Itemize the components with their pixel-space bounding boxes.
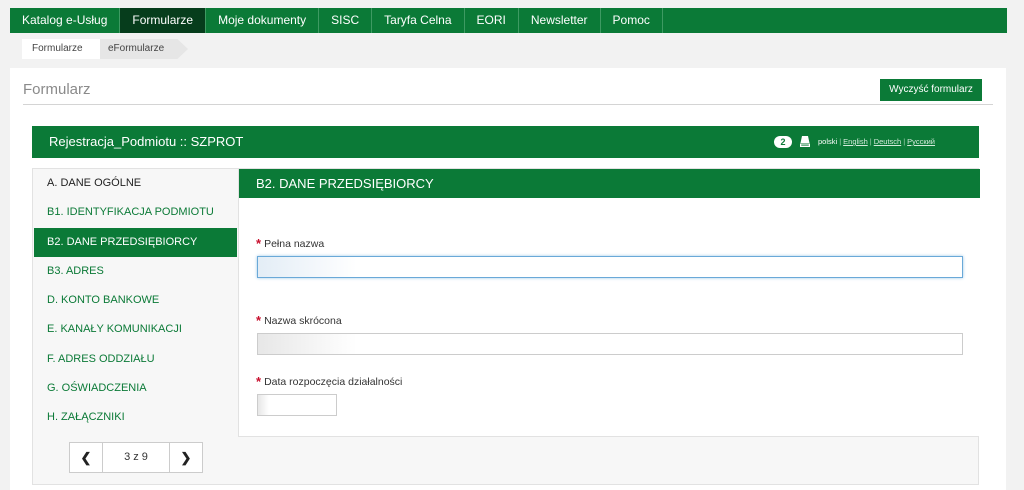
breadcrumb: Formularze eFormularze <box>10 39 1007 59</box>
sidebar-item-dane-ogolne[interactable]: A. DANE OGÓLNE <box>34 169 237 198</box>
pager-label: 3 z 9 <box>124 451 148 463</box>
breadcrumb-item-eformularze[interactable]: eFormularze <box>100 39 188 59</box>
form-header: Rejestracja_Podmiotu :: SZPROT 2 polski |… <box>32 126 979 158</box>
required-marker: * <box>256 313 262 328</box>
sidebar-item-adres-oddzialu[interactable]: F. ADRES ODDZIAŁU <box>34 345 237 374</box>
chevron-left-icon: ❮ <box>80 450 92 465</box>
clear-form-button[interactable]: Wyczyść formularz <box>880 79 982 101</box>
sidebar-item-identyfikacja-podmiotu[interactable]: B1. IDENTYFIKACJA PODMIOTU <box>34 198 237 227</box>
sidebar-item-adres[interactable]: B3. ADRES <box>34 257 237 286</box>
start-date-label: * Data rozpoczęcia działalności <box>256 374 403 389</box>
nav-item-taryfa-celna[interactable]: Taryfa Celna <box>372 8 465 33</box>
breadcrumb-item-formularze[interactable]: Formularze <box>22 39 100 59</box>
section-content: B2. DANE PRZEDSIĘBIORCY * Pełna nazwa * Na… <box>238 169 980 437</box>
page-title: Formularz <box>23 81 91 98</box>
language-russian[interactable]: Русский <box>907 137 935 146</box>
required-marker: * <box>256 374 262 389</box>
section-title: B2. DANE PRZEDSIĘBIORCY <box>256 176 434 191</box>
section-sidebar: A. DANE OGÓLNE B1. IDENTYFIKACJA PODMIOT… <box>34 169 237 433</box>
nav-item-sisc[interactable]: SISC <box>319 8 373 33</box>
nav-item-eori[interactable]: EORI <box>465 8 519 33</box>
nav-item-newsletter[interactable]: Newsletter <box>519 8 601 33</box>
sidebar-item-oswiadczenia[interactable]: G. OŚWIADCZENIA <box>34 374 237 403</box>
form-body: A. DANE OGÓLNE B1. IDENTYFIKACJA PODMIOT… <box>32 168 980 485</box>
section-header: B2. DANE PRZEDSIĘBIORCY <box>239 169 980 198</box>
main-panel: Formularz Wyczyść formularz Rejestracja_… <box>10 68 1006 490</box>
sidebar-item-dane-przedsiebiorcy[interactable]: B2. DANE PRZEDSIĘBIORCY <box>34 227 237 257</box>
pager-next-button[interactable]: ❯ <box>169 443 202 472</box>
nav-item-pomoc[interactable]: Pomoc <box>601 8 663 33</box>
full-name-label: * Pełna nazwa <box>256 236 325 251</box>
language-english[interactable]: English <box>843 137 868 146</box>
short-name-input[interactable] <box>257 333 963 355</box>
start-date-input[interactable] <box>257 394 337 416</box>
nav-item-moje-dokumenty[interactable]: Moje dokumenty <box>206 8 320 33</box>
chevron-right-icon: ❯ <box>180 450 192 465</box>
sidebar-item-kanaly-komunikacji[interactable]: E. KANAŁY KOMUNIKACJI <box>34 315 237 344</box>
sidebar-item-zalaczniki[interactable]: H. ZAŁĄCZNIKI <box>34 403 237 432</box>
pager-prev-button[interactable]: ❮ <box>70 443 103 472</box>
language-polski[interactable]: polski <box>818 137 837 146</box>
section-pager: ❮ 3 z 9 ❯ <box>69 442 203 473</box>
short-name-label: * Nazwa skrócona <box>256 313 342 328</box>
language-switcher: polski | English | Deutsch | Русский <box>818 137 936 146</box>
title-divider <box>23 104 993 105</box>
language-deutsch[interactable]: Deutsch <box>874 137 902 146</box>
counter-badge: 2 <box>774 136 792 148</box>
form-title: Rejestracja_Podmiotu :: SZPROT <box>49 134 244 149</box>
nav-item-formularze[interactable]: Formularze <box>120 8 207 33</box>
drive-icon[interactable] <box>800 136 810 147</box>
main-nav: Katalog e-Usług Formularze Moje dokument… <box>10 8 1007 33</box>
sidebar-item-konto-bankowe[interactable]: D. KONTO BANKOWE <box>34 286 237 315</box>
nav-item-katalog-e-uslug[interactable]: Katalog e-Usług <box>10 8 121 33</box>
full-name-input[interactable] <box>257 256 963 278</box>
required-marker: * <box>256 236 262 251</box>
